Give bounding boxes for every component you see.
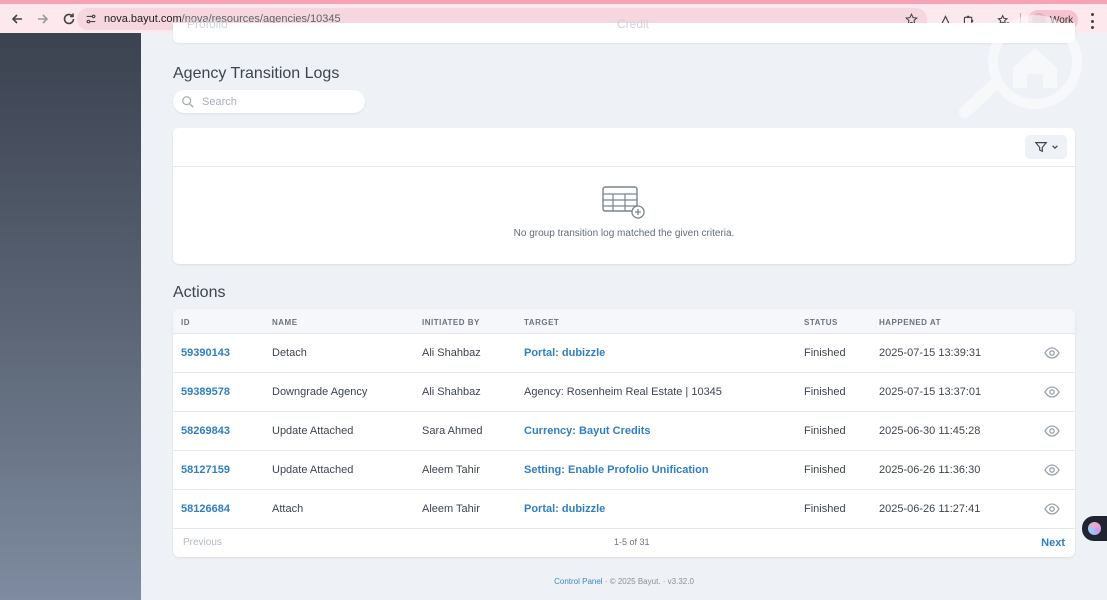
row-status: Finished xyxy=(804,503,846,515)
logs-toolbar xyxy=(173,128,1075,167)
view-eye-icon[interactable] xyxy=(1044,424,1060,438)
row-id-link[interactable]: 58127159 xyxy=(181,464,230,476)
row-status: Finished xyxy=(804,386,846,398)
empty-state: No group transition log matched the give… xyxy=(173,186,1075,239)
col-initiated-by[interactable]: INITIATED BY xyxy=(422,318,480,327)
pagination: Previous 1-5 of 31 Next xyxy=(173,529,1075,556)
row-target-link[interactable]: Portal: dubizzle xyxy=(524,503,605,515)
actions-table: ID NAME INITIATED BY TARGET STATUS HAPPE… xyxy=(173,309,1075,557)
previous-panel-label: Profolio xyxy=(187,17,228,31)
row-status: Finished xyxy=(804,347,846,359)
previous-panel-value: Credit xyxy=(617,17,650,31)
footer: Control Panel · © 2025 Bayut. · v3.32.0 xyxy=(554,577,694,586)
filter-button[interactable] xyxy=(1025,135,1067,159)
row-id-link[interactable]: 59390143 xyxy=(181,347,230,359)
actions-title: Actions xyxy=(173,284,226,301)
empty-message: No group transition log matched the give… xyxy=(513,228,735,239)
table-row: 58269843 Update Attached Sara Ahmed Curr… xyxy=(173,412,1075,451)
next-page-button[interactable]: Next xyxy=(1041,537,1065,549)
table-row: 58126684 Attach Aleem Tahir Portal: dubi… xyxy=(173,490,1075,529)
previous-panel-card: Profolio Credit xyxy=(173,17,1075,43)
chevron-down-icon xyxy=(1051,145,1058,150)
sidebar xyxy=(0,33,141,600)
transition-logs-card: No group transition log matched the give… xyxy=(173,128,1075,264)
url-host: nova.bayut.com xyxy=(104,13,182,25)
view-eye-icon[interactable] xyxy=(1044,385,1060,399)
table-header: ID NAME INITIATED BY TARGET STATUS HAPPE… xyxy=(173,309,1075,334)
row-target-link[interactable]: Setting: Enable Profolio Unification xyxy=(524,464,709,476)
table-add-icon xyxy=(602,186,646,220)
row-initiated-by: Sara Ahmed xyxy=(422,425,483,437)
back-arrow-icon[interactable] xyxy=(6,8,28,30)
search-input[interactable]: Search xyxy=(173,90,365,113)
footer-copyright: © 2025 Bayut. xyxy=(609,577,661,586)
row-name: Detach xyxy=(272,347,307,359)
row-happened-at: 2025-06-26 11:36:30 xyxy=(879,464,981,476)
row-initiated-by: Ali Shahbaz xyxy=(422,347,481,359)
site-settings-icon[interactable] xyxy=(83,11,99,27)
row-id-link[interactable]: 59389578 xyxy=(181,386,230,398)
col-happened-at[interactable]: HAPPENED AT xyxy=(879,318,941,327)
forward-arrow-icon[interactable] xyxy=(32,8,54,30)
row-name: Update Attached xyxy=(272,425,354,437)
pagination-range: 1-5 of 31 xyxy=(614,537,650,547)
previous-page-button[interactable]: Previous xyxy=(183,537,222,548)
view-eye-icon[interactable] xyxy=(1044,463,1060,477)
table-row: 59390143 Detach Ali Shahbaz Portal: dubi… xyxy=(173,334,1075,373)
row-happened-at: 2025-06-26 11:27:41 xyxy=(879,503,981,515)
row-status: Finished xyxy=(804,464,846,476)
col-status[interactable]: STATUS xyxy=(804,318,838,327)
row-happened-at: 2025-07-15 13:39:31 xyxy=(879,347,982,359)
row-status: Finished xyxy=(804,425,846,437)
col-id[interactable]: ID xyxy=(181,318,190,327)
row-target-link[interactable]: Portal: dubizzle xyxy=(524,347,605,359)
row-happened-at: 2025-06-30 11:45:28 xyxy=(879,425,981,437)
search-icon xyxy=(180,94,196,110)
row-name: Update Attached xyxy=(272,464,354,476)
col-name[interactable]: NAME xyxy=(272,318,298,327)
row-target-link[interactable]: Currency: Bayut Credits xyxy=(524,425,651,437)
view-eye-icon[interactable] xyxy=(1044,346,1060,360)
assistant-launcher-icon[interactable] xyxy=(1082,516,1107,541)
search-placeholder: Search xyxy=(202,95,237,108)
table-row: 59389578 Downgrade Agency Ali Shahbaz Ag… xyxy=(173,373,1075,412)
row-target: Agency: Rosenheim Real Estate | 10345 xyxy=(524,386,722,398)
row-name: Downgrade Agency xyxy=(272,386,368,398)
row-name: Attach xyxy=(272,503,304,515)
filter-icon xyxy=(1034,142,1047,153)
row-initiated-by: Ali Shahbaz xyxy=(422,386,481,398)
view-eye-icon[interactable] xyxy=(1044,502,1060,516)
table-row: 58127159 Update Attached Aleem Tahir Set… xyxy=(173,451,1075,490)
footer-control-panel-link[interactable]: Control Panel xyxy=(554,577,602,586)
row-happened-at: 2025-07-15 13:37:01 xyxy=(879,386,982,398)
row-initiated-by: Aleem Tahir xyxy=(422,503,480,515)
footer-version: v3.32.0 xyxy=(667,577,694,586)
row-id-link[interactable]: 58126684 xyxy=(181,503,230,515)
row-id-link[interactable]: 58269843 xyxy=(181,425,230,437)
bayut-watermark-logo-icon xyxy=(959,15,1082,118)
transition-logs-title: Agency Transition Logs xyxy=(173,65,340,82)
col-target[interactable]: TARGET xyxy=(524,318,559,327)
row-initiated-by: Aleem Tahir xyxy=(422,464,480,476)
